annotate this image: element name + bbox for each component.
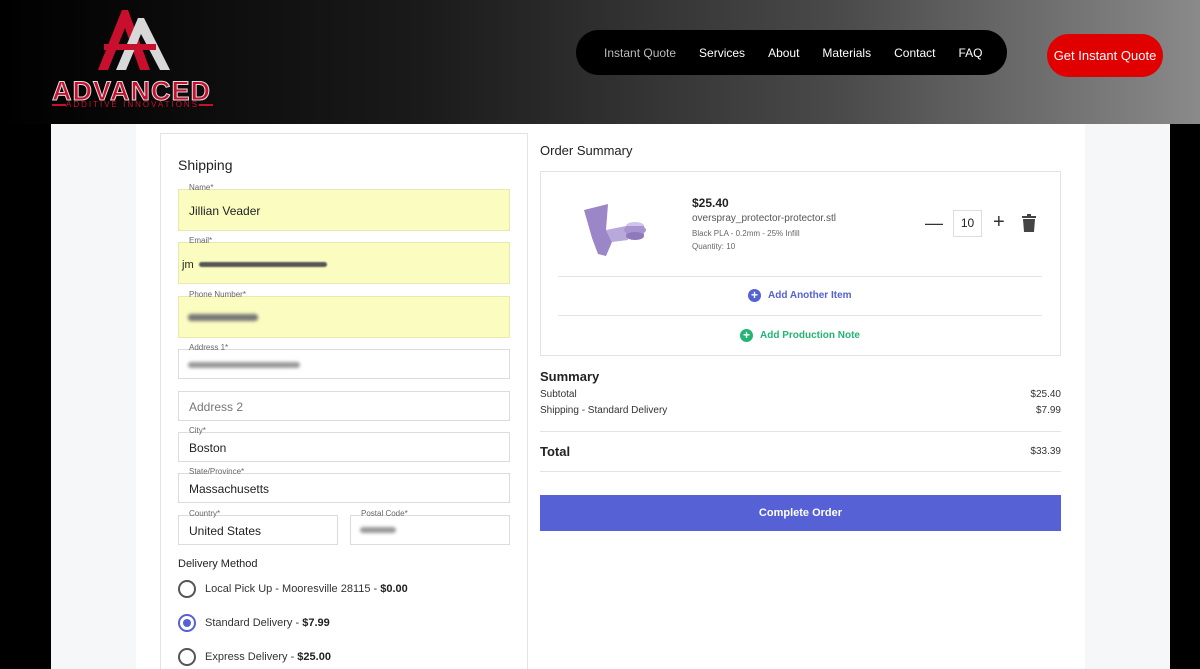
quantity-input[interactable]: 10	[953, 210, 982, 237]
phone-redaction	[188, 314, 258, 321]
site-logo[interactable]: ADVANCED ADDITIVE INNOVATIONS	[50, 4, 220, 110]
country-value: United States	[189, 524, 262, 538]
add-production-note-label: Add Production Note	[760, 330, 860, 341]
quantity-decrease-button[interactable]: —	[925, 213, 943, 234]
summary-title: Summary	[540, 369, 600, 384]
quantity-increase-button[interactable]: +	[993, 211, 1005, 234]
country-field[interactable]: Country* United States	[178, 509, 338, 545]
shipping-cost-value: $7.99	[1035, 405, 1061, 416]
email-value: jm	[182, 259, 194, 271]
delivery-option-price: $7.99	[302, 617, 330, 629]
name-value: Jillian Veader	[189, 204, 261, 218]
nav-instant-quote[interactable]: Instant Quote	[604, 46, 676, 60]
item-specs: Black PLA - 0.2mm - 25% Infill	[692, 229, 800, 238]
nav-materials[interactable]: Materials	[822, 46, 871, 60]
delivery-option-local-pickup[interactable]: Local Pick Up - Mooresville 28115 - $0.0…	[178, 580, 408, 598]
delivery-option-label: Local Pick Up - Mooresville 28115 -	[205, 583, 381, 595]
site-header: ADVANCED ADDITIVE INNOVATIONS Instant Qu…	[0, 0, 1200, 124]
nav-about[interactable]: About	[768, 46, 799, 60]
postal-code-field[interactable]: Postal Code*	[350, 509, 510, 545]
get-instant-quote-button[interactable]: Get Instant Quote	[1047, 34, 1163, 77]
complete-order-button[interactable]: Complete Order	[540, 495, 1061, 531]
email-redaction	[199, 262, 327, 267]
add-another-item-label: Add Another Item	[768, 290, 852, 301]
shipping-cost-label: Shipping - Standard Delivery	[540, 405, 668, 416]
main-nav: Instant Quote Services About Materials C…	[576, 30, 1007, 75]
delivery-option-label: Standard Delivery -	[205, 617, 303, 629]
plus-circle-icon: +	[740, 329, 753, 342]
delivery-option-price: $25.00	[297, 651, 331, 663]
add-production-note-button[interactable]: + Add Production Note	[740, 329, 860, 342]
name-field[interactable]: Name* Jillian Veader	[178, 183, 510, 231]
phone-field[interactable]: Phone Number*	[178, 290, 510, 338]
address2-placeholder: Address 2	[189, 400, 244, 414]
divider	[540, 471, 1061, 472]
city-value: Boston	[189, 441, 227, 455]
part-thumbnail-image	[584, 204, 646, 256]
address1-label: Address 1*	[189, 343, 229, 352]
item-price: $25.40	[692, 196, 729, 210]
total-label: Total	[540, 444, 571, 459]
subtotal-value: $25.40	[1030, 389, 1061, 400]
add-another-item-button[interactable]: + Add Another Item	[748, 289, 852, 302]
item-quantity-text: Quantity: 10	[692, 242, 736, 251]
order-summary-title: Order Summary	[540, 143, 633, 158]
brand-tagline: ADDITIVE INNOVATIONS	[52, 100, 214, 109]
nav-faq[interactable]: FAQ	[958, 46, 982, 60]
trash-icon[interactable]	[1022, 214, 1036, 232]
email-field[interactable]: Email* jm	[178, 236, 510, 284]
subtotal-label: Subtotal	[540, 389, 577, 400]
state-label: State/Province*	[189, 467, 245, 476]
aai-logo-icon	[98, 10, 170, 70]
radio-button[interactable]	[178, 580, 196, 598]
address1-field[interactable]: Address 1*	[178, 343, 510, 379]
city-label: City*	[189, 426, 206, 435]
city-field[interactable]: City* Boston	[178, 426, 510, 462]
delivery-option-label: Express Delivery -	[205, 651, 298, 663]
total-value: $33.39	[1030, 446, 1061, 457]
email-label: Email*	[189, 236, 213, 245]
radio-button[interactable]	[178, 648, 196, 666]
address2-field[interactable]: Address 2	[178, 391, 510, 421]
divider	[558, 315, 1042, 316]
plus-circle-icon: +	[748, 289, 761, 302]
phone-label: Phone Number*	[189, 290, 246, 299]
country-label: Country*	[189, 509, 221, 518]
divider	[558, 276, 1042, 277]
state-field[interactable]: State/Province* Massachusetts	[178, 467, 510, 503]
radio-button-selected[interactable]	[178, 614, 196, 632]
address1-redaction	[188, 362, 300, 368]
delivery-method-title: Delivery Method	[178, 558, 258, 570]
name-label: Name*	[189, 183, 214, 192]
shipping-title: Shipping	[178, 157, 233, 173]
postal-code-label: Postal Code*	[361, 509, 408, 518]
divider	[540, 431, 1061, 432]
postal-code-redaction	[360, 527, 396, 533]
nav-services[interactable]: Services	[699, 46, 745, 60]
nav-contact[interactable]: Contact	[894, 46, 935, 60]
delivery-option-express[interactable]: Express Delivery - $25.00	[178, 648, 331, 666]
state-value: Massachusetts	[189, 482, 270, 496]
delivery-option-standard[interactable]: Standard Delivery - $7.99	[178, 614, 330, 632]
delivery-option-price: $0.00	[380, 583, 408, 595]
item-filename: overspray_protector-protector.stl	[692, 213, 836, 224]
